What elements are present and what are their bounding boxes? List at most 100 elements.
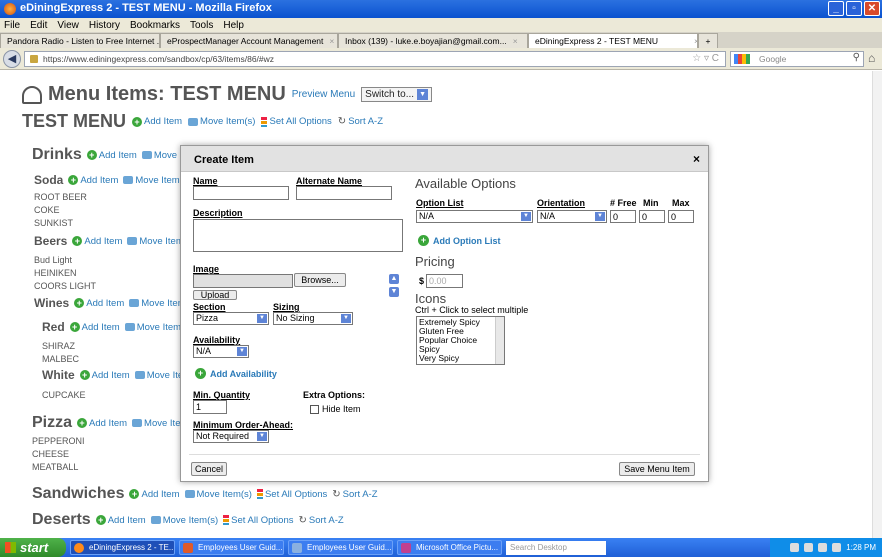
close-window-button[interactable]: ✕ xyxy=(864,1,880,16)
listbox-scrollbar[interactable] xyxy=(495,317,504,364)
list-item[interactable]: COKE xyxy=(34,205,60,215)
add-option-list-link[interactable]: + Add Option List xyxy=(418,235,501,246)
add-item-link[interactable]: + Add Item xyxy=(129,489,180,500)
add-item-link[interactable]: + Add Item xyxy=(68,175,118,186)
orientation-select[interactable]: N/A ▼ xyxy=(537,210,607,223)
menu-bookmarks[interactable]: Bookmarks xyxy=(130,20,180,31)
add-item-link[interactable]: + Add Item xyxy=(132,116,182,127)
close-icon[interactable]: × xyxy=(693,152,700,166)
move-items-link[interactable]: Move Item( xyxy=(123,175,183,186)
set-all-options-link[interactable]: Set All Options xyxy=(256,489,327,500)
maximize-button[interactable]: ▫ xyxy=(846,1,862,16)
list-item[interactable]: CUPCAKE xyxy=(42,390,86,400)
taskbar-item[interactable]: eDiningExpress 2 - TE... xyxy=(70,540,175,555)
move-items-link[interactable]: Move Item(s) xyxy=(150,515,218,526)
menu-help[interactable]: Help xyxy=(223,20,244,31)
close-tab-icon[interactable]: × xyxy=(513,36,518,46)
add-item-link[interactable]: + Add Item xyxy=(86,150,137,161)
list-item[interactable]: ROOT BEER xyxy=(34,192,87,202)
sort-link[interactable]: ↻ Sort A-Z xyxy=(338,116,383,127)
upload-button[interactable]: Upload xyxy=(193,290,237,300)
image-path-input[interactable] xyxy=(193,274,293,288)
tray-icon[interactable] xyxy=(818,543,828,552)
taskbar-item[interactable]: Employees User Guid... xyxy=(179,540,284,555)
list-item[interactable]: Bud Light xyxy=(34,255,72,265)
home-icon[interactable]: ⌂ xyxy=(868,51,875,65)
icon-option[interactable]: Very Spicy xyxy=(419,354,502,363)
tab-gmail[interactable]: Inbox (139) - luke.e.boyajian@gmail.com.… xyxy=(338,33,528,48)
minimize-button[interactable]: _ xyxy=(828,1,844,16)
set-all-options-link[interactable]: Set All Options xyxy=(261,116,332,127)
sizing-select[interactable]: No Sizing ▼ xyxy=(273,312,353,325)
close-tab-icon[interactable]: × xyxy=(329,36,334,46)
move-items-link[interactable]: Move Item(s) xyxy=(188,116,255,127)
list-item[interactable]: COORS LIGHT xyxy=(34,281,96,291)
desktop-search-input[interactable]: Search Desktop xyxy=(506,540,606,555)
availability-select[interactable]: N/A ▼ xyxy=(193,345,249,358)
list-item[interactable]: SUNKIST xyxy=(34,218,73,228)
set-all-options-link[interactable]: Set All Options xyxy=(223,515,293,526)
price-input[interactable]: 0.00 xyxy=(426,274,463,288)
back-button[interactable]: ◀ xyxy=(3,50,21,68)
browse-button[interactable]: Browse... xyxy=(294,273,346,287)
menu-history[interactable]: History xyxy=(89,20,120,31)
add-item-link[interactable]: + Add Item xyxy=(95,515,146,526)
bookmark-star-icon[interactable]: ☆ ▿ C xyxy=(692,53,719,64)
scroll-up-icon[interactable]: ▲ xyxy=(389,274,399,284)
move-items-link[interactable]: Move It xyxy=(141,150,185,161)
list-item[interactable]: MEATBALL xyxy=(32,462,78,472)
move-items-link[interactable]: Move Iten xyxy=(132,418,186,429)
preview-menu-link[interactable]: Preview Menu xyxy=(292,89,355,100)
menu-view[interactable]: View xyxy=(57,20,79,31)
sort-link[interactable]: ↻ Sort A-Z xyxy=(298,515,343,526)
add-item-link[interactable]: + Add Item xyxy=(72,236,122,247)
add-availability-link[interactable]: + Add Availability xyxy=(195,368,277,379)
list-item[interactable]: SHIRAZ xyxy=(42,341,75,351)
max-count-input[interactable]: 0 xyxy=(668,210,694,223)
section-select[interactable]: Pizza ▼ xyxy=(193,312,269,325)
save-menu-item-button[interactable]: Save Menu Item xyxy=(619,462,695,476)
taskbar-item[interactable]: Employees User Guid... xyxy=(288,540,393,555)
menu-tools[interactable]: Tools xyxy=(190,20,213,31)
min-count-input[interactable]: 0 xyxy=(639,210,665,223)
tab-eprospect[interactable]: eProspectManager Account Management × xyxy=(160,33,338,48)
hide-item-checkbox[interactable] xyxy=(310,404,319,414)
alternate-name-input[interactable] xyxy=(296,186,392,200)
taskbar-item[interactable]: Microsoft Office Pictu... xyxy=(397,540,502,555)
switch-menu-select[interactable]: Switch to... ▼ xyxy=(361,86,433,103)
tray-icon[interactable] xyxy=(790,543,800,552)
hide-item-checkbox-row[interactable]: Hide Item xyxy=(310,404,361,414)
move-items-link[interactable]: Move Item xyxy=(127,236,184,247)
add-item-link[interactable]: + Add Item xyxy=(69,322,120,333)
description-textarea[interactable] xyxy=(193,219,403,252)
move-items-link[interactable]: Move Item(s) xyxy=(184,489,252,500)
min-quantity-input[interactable]: 1 xyxy=(193,400,227,414)
icons-listbox[interactable]: Extremely Spicy Gluten Free Popular Choi… xyxy=(416,316,505,365)
move-items-link[interactable]: Move Item xyxy=(129,298,186,309)
cancel-button[interactable]: Cancel xyxy=(191,462,227,476)
free-count-input[interactable]: 0 xyxy=(610,210,636,223)
tab-ediningexpress[interactable]: eDiningExpress 2 - TEST MENU× xyxy=(528,33,698,48)
add-item-link[interactable]: + Add Item xyxy=(77,418,127,429)
list-item[interactable]: MALBEC xyxy=(42,354,79,364)
name-input[interactable] xyxy=(193,186,289,200)
sort-link[interactable]: ↻ Sort A-Z xyxy=(332,489,377,500)
add-item-link[interactable]: + Add Item xyxy=(74,298,124,309)
start-button[interactable]: start xyxy=(0,538,66,557)
list-item[interactable]: HEINIKEN xyxy=(34,268,77,278)
menu-edit[interactable]: Edit xyxy=(30,20,47,31)
min-order-ahead-select[interactable]: Not Required ▼ xyxy=(193,430,269,443)
list-item[interactable]: CHEESE xyxy=(32,449,69,459)
tray-icon[interactable] xyxy=(832,543,842,552)
scroll-down-icon[interactable]: ▼ xyxy=(389,287,399,297)
tab-pandora[interactable]: Pandora Radio - Listen to Free Internet … xyxy=(0,33,160,48)
tray-icon[interactable] xyxy=(804,543,814,552)
menu-file[interactable]: File xyxy=(4,20,20,31)
list-item[interactable]: PEPPERONI xyxy=(32,436,85,446)
option-list-select[interactable]: N/A ▼ xyxy=(416,210,533,223)
add-item-link[interactable]: + Add Item xyxy=(79,370,130,381)
search-icon[interactable]: ⚲ xyxy=(853,52,860,63)
move-items-link[interactable]: Move Item( xyxy=(124,322,184,333)
page-scrollbar[interactable] xyxy=(872,71,882,538)
new-tab-button[interactable]: + xyxy=(698,33,718,48)
